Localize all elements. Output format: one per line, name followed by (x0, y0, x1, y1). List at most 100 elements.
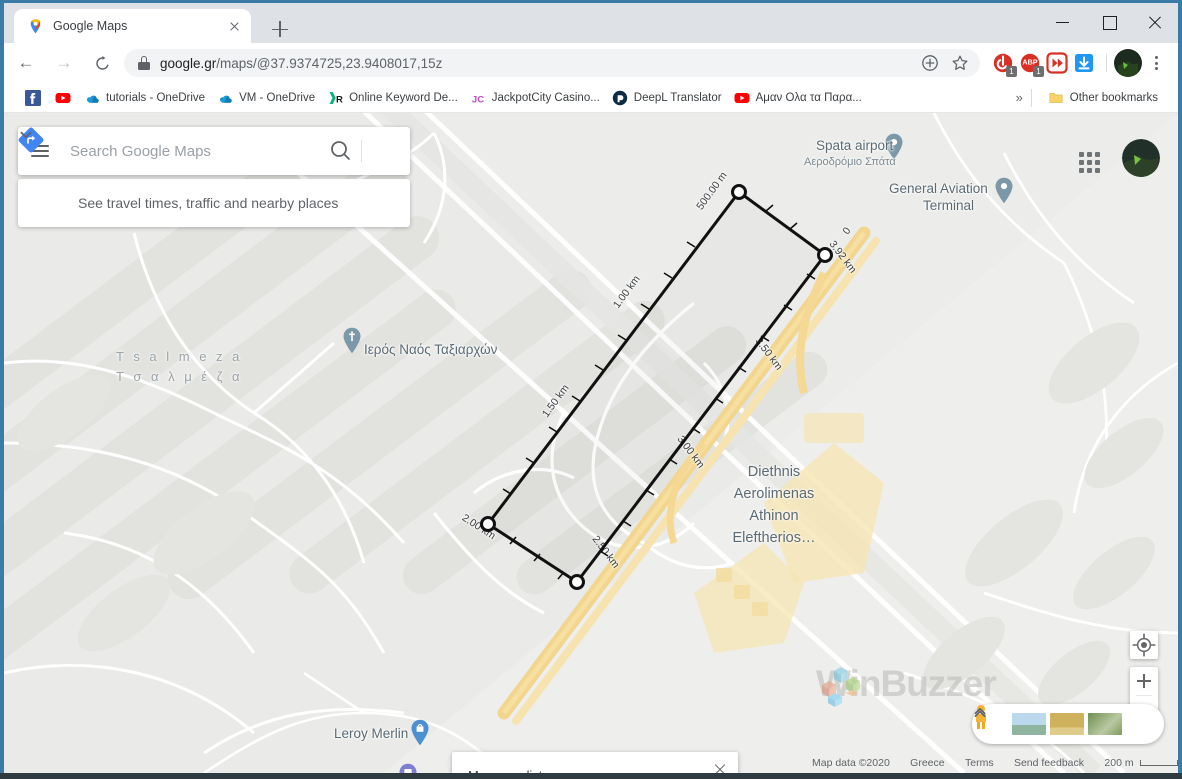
vertex-top[interactable] (731, 184, 747, 200)
google-maps-favicon (27, 18, 44, 35)
forward-button[interactable]: → (48, 47, 80, 79)
bookmark-jackpotcity[interactable]: JC JackpotCity Casino... (464, 87, 606, 109)
reload-button[interactable] (86, 47, 118, 79)
bookmark-label: VM - OneDrive (239, 91, 316, 104)
travel-times-label: See travel times, traffic and nearby pla… (78, 195, 339, 211)
new-tab-button[interactable] (266, 15, 294, 43)
bookmark-facebook[interactable] (18, 87, 48, 109)
bookmark-label: Other bookmarks (1069, 91, 1158, 104)
bookmark-label: DeepL Translator (633, 91, 722, 104)
tab-strip: Google Maps (4, 6, 251, 43)
measure-panel-title: Measure distance (468, 768, 571, 773)
kebab-menu-icon[interactable] (1142, 49, 1170, 77)
bookmark-tutorials-onedrive[interactable]: tutorials - OneDrive (78, 87, 211, 109)
zoom-in-button[interactable] (1130, 667, 1158, 695)
bookmark-other-bookmarks[interactable]: Other bookmarks (1042, 87, 1164, 109)
measure-polygon[interactable] (486, 190, 827, 584)
download-manager-extension-icon[interactable] (1073, 52, 1095, 74)
account-avatar[interactable] (1122, 139, 1160, 177)
desktop-taskbar-edge (0, 773, 1182, 779)
attribution-region[interactable]: Greece (910, 757, 944, 769)
close-icon[interactable] (710, 759, 730, 773)
url-host: google.gr (160, 55, 217, 71)
directions-icon[interactable] (18, 127, 410, 175)
bookmark-aman-ola[interactable]: Αμαν Ολα τα Παρα... (728, 87, 868, 109)
window-minimize-button[interactable] (1040, 6, 1086, 38)
street-view-and-photos-strip (972, 704, 1164, 744)
bookmarks-bar: tutorials - OneDrive VM - OneDrive R Onl… (4, 83, 1178, 113)
scale-bar (1139, 759, 1178, 766)
apps-grid-icon[interactable] (1070, 143, 1110, 183)
vertex-bottom[interactable] (569, 574, 585, 590)
winbuzzer-watermark: WinBuzzer (816, 663, 997, 707)
map-canvas[interactable]: 500.00 m 0 3.92 km 3.50 km 3.00 km 2.50 … (4, 113, 1178, 773)
forward-arrow-icon: → (55, 53, 73, 72)
facebook-icon (25, 89, 41, 106)
window-maximize-button[interactable] (1086, 6, 1132, 38)
extension-badge: 1 (1033, 66, 1044, 77)
titlebar: Google Maps (4, 3, 1178, 43)
svg-text:JC: JC (472, 94, 484, 105)
tab-google-maps[interactable]: Google Maps (14, 9, 251, 43)
toolbar-divider (1106, 54, 1107, 72)
tab-close-button[interactable] (226, 18, 243, 35)
bookmark-label: Αμαν Ολα τα Παρα... (755, 91, 862, 104)
browser-toolbar: ← → google.gr/maps/@37.9374725,23.940801… (4, 43, 1178, 83)
youtube-icon (55, 90, 71, 106)
travel-times-row[interactable]: See travel times, traffic and nearby pla… (18, 131, 410, 227)
tab-title: Google Maps (53, 19, 128, 33)
bookmark-youtube[interactable] (48, 87, 78, 109)
secure-lock-icon (138, 56, 150, 70)
bookmark-online-keyword[interactable]: R Online Keyword De... (321, 87, 464, 109)
back-arrow-icon: ← (17, 53, 35, 72)
url-text: google.gr/maps/@37.9374725,23.9408017,15… (160, 56, 916, 71)
browser-window: Google Maps ← → google.gr/maps/@37.93747… (0, 0, 1182, 779)
bookmark-deepl[interactable]: DeepL Translator (606, 87, 728, 109)
winbuzzer-logo-icon (822, 667, 860, 707)
bookmarks-overflow-button[interactable]: » (1008, 90, 1031, 105)
vertex-left[interactable] (480, 516, 496, 532)
measure-distance-panel: Measure distance Click on the map to add… (452, 752, 738, 773)
url-path: /maps/@37.9374725,23.9408017,15z (216, 55, 443, 71)
jackpotcity-icon: JC (470, 90, 486, 106)
onedrive-icon (84, 90, 100, 106)
back-button[interactable]: ← (10, 47, 42, 79)
attribution-terms[interactable]: Terms (965, 757, 994, 769)
bookmark-label: tutorials - OneDrive (106, 91, 206, 104)
bookmark-label: JackpotCity Casino... (491, 91, 600, 104)
onedrive-icon (217, 90, 233, 106)
maps-search-bar[interactable] (18, 127, 410, 175)
photo-thumbnail-3[interactable] (1088, 713, 1122, 735)
window-controls (1040, 6, 1178, 38)
profile-avatar[interactable] (1114, 49, 1142, 77)
star-icon[interactable] (946, 49, 974, 77)
adblock-extension-icon[interactable]: 1 (992, 52, 1017, 77)
my-location-button[interactable] (1130, 631, 1158, 659)
photo-thumbnail-1[interactable] (1012, 713, 1046, 735)
search-input[interactable] (62, 142, 321, 160)
vertex-right[interactable] (817, 247, 833, 263)
search-icon[interactable] (321, 127, 361, 175)
bookmark-label: Online Keyword De... (349, 91, 458, 104)
reload-icon (86, 47, 118, 79)
deepl-icon (612, 90, 628, 106)
adblock-plus-extension-icon[interactable]: ABP 1 (1019, 52, 1044, 77)
attribution-map-data: Map data ©2020 (812, 756, 890, 769)
omnibox-actions (916, 49, 974, 77)
youtube-icon (734, 90, 750, 106)
chevron-down-icon (18, 131, 62, 227)
keyword-tool-icon: R (327, 90, 343, 106)
address-bar[interactable]: google.gr/maps/@37.9374725,23.9408017,15… (124, 49, 980, 77)
bookmark-vm-onedrive[interactable]: VM - OneDrive (211, 87, 321, 109)
extension-badge: 1 (1006, 66, 1017, 77)
chevron-up-icon[interactable] (974, 707, 1154, 736)
window-close-button[interactable] (1132, 6, 1178, 38)
folder-icon (1048, 90, 1064, 106)
extension-icons: 1 ABP 1 (988, 52, 1099, 77)
bookmarks-divider (1030, 88, 1032, 107)
share-icon[interactable] (916, 49, 944, 77)
attribution-send-feedback[interactable]: Send feedback (1014, 757, 1084, 769)
video-downloader-extension-icon[interactable] (1046, 52, 1068, 74)
svg-text:R: R (336, 94, 343, 105)
photo-thumbnail-2[interactable] (1050, 713, 1084, 735)
